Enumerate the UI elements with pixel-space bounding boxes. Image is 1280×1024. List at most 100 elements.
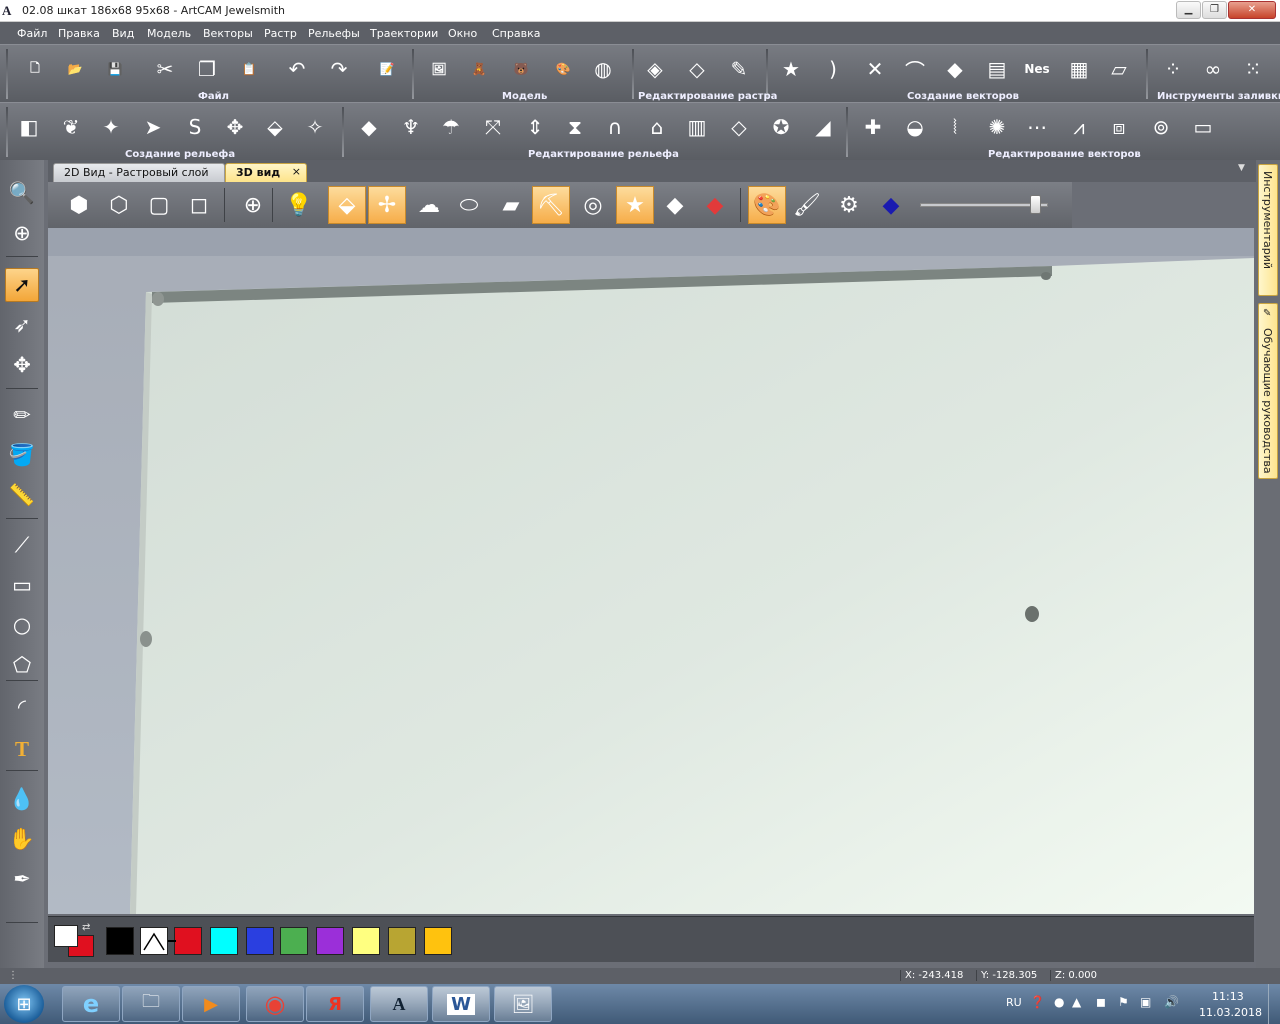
circle-tool[interactable]: ○ — [5, 608, 39, 642]
edit-pinch-button[interactable]: ⧗ — [558, 109, 592, 145]
menu-vectors[interactable]: Векторы — [203, 27, 253, 40]
zoom-box-tool[interactable]: 🔍 — [5, 176, 39, 210]
brush-button[interactable]: 🖌 — [788, 186, 826, 224]
close-button[interactable]: ✕ — [1228, 1, 1276, 19]
redo-button[interactable]: ↷ — [322, 51, 356, 87]
vector-layers-button[interactable]: ▤ — [980, 51, 1014, 87]
swatch-gold[interactable] — [424, 927, 452, 955]
globe-tool[interactable]: ⊕ — [5, 216, 39, 250]
swatch-blue[interactable] — [246, 927, 274, 955]
tab-list-chevron-down-icon[interactable]: ▼ — [1238, 163, 1252, 177]
menu-help[interactable]: Справка — [492, 27, 540, 40]
model-bear-button[interactable]: 🧸 — [462, 51, 496, 87]
pen-tool[interactable]: ✒ — [5, 862, 39, 896]
menu-edit[interactable]: Правка — [58, 27, 100, 40]
vec-offset-button[interactable]: ⧈ — [1102, 109, 1136, 145]
swatch-purple[interactable] — [316, 927, 344, 955]
clock-date[interactable]: 11.03.2018 — [1199, 1006, 1262, 1019]
edit-bend-button[interactable]: ⤧ — [476, 109, 510, 145]
cut-button[interactable]: ✂ — [148, 51, 182, 87]
text-tool[interactable]: T — [5, 732, 39, 766]
red-layer-button[interactable]: ◆ — [696, 186, 734, 224]
measure-tool[interactable]: 📏 — [5, 478, 39, 512]
vector-trim-button[interactable]: ✕ — [858, 51, 892, 87]
light-button[interactable]: 💡 — [280, 186, 318, 224]
menu-model[interactable]: Модель — [147, 27, 191, 40]
fill-dots-button[interactable]: ⁙ — [1236, 51, 1270, 87]
model-mesh-button[interactable]: ◍ — [586, 51, 620, 87]
model-paint-button[interactable]: 🎨 — [546, 51, 580, 87]
relief-star-button[interactable]: ✦ — [94, 109, 128, 145]
swap-colours-icon[interactable]: ⇄ — [82, 922, 90, 933]
vector-stack-button[interactable]: ▱ — [1102, 51, 1136, 87]
select-arrow-tool[interactable]: ➚ — [5, 268, 39, 302]
arc-tool[interactable]: ◜ — [5, 690, 39, 724]
relief-layer-button[interactable]: ⬙ — [258, 109, 292, 145]
model-bear-dark-button[interactable]: 🐻 — [504, 51, 538, 87]
show-plane-button[interactable]: ⬙ — [328, 186, 366, 224]
minimize-button[interactable]: ▁ — [1176, 1, 1201, 19]
layers-view-button[interactable]: ◆ — [656, 186, 694, 224]
vector-text-grid-button[interactable]: ▦ — [1062, 51, 1096, 87]
swatch-cyan[interactable] — [210, 927, 238, 955]
relief-knot-button[interactable]: ✥ — [218, 109, 252, 145]
maximize-button[interactable]: ❐ — [1202, 1, 1227, 19]
edit-tile-button[interactable]: ◇ — [722, 109, 756, 145]
swatch-light-yellow[interactable] — [352, 927, 380, 955]
raster-outline-button[interactable]: ◇ — [680, 51, 714, 87]
flag-icon[interactable]: ● — [1054, 995, 1064, 1009]
taskbar-media-player[interactable]: ▶ — [182, 986, 240, 1022]
vector-bow-button[interactable]: ⌒ — [898, 51, 932, 87]
wire-top-button[interactable]: ◻ — [180, 186, 218, 224]
raster-eraser-button[interactable]: ◈ — [638, 51, 672, 87]
sculpt-tool[interactable]: ✋ — [5, 822, 39, 856]
transform-tool[interactable]: ✥ — [5, 348, 39, 382]
edit-mushroom-button[interactable]: ☂ — [434, 109, 468, 145]
swatch-black[interactable] — [106, 927, 134, 955]
relief-shapes-button[interactable]: ◧ — [12, 109, 46, 145]
texture-button[interactable]: ☁ — [410, 186, 448, 224]
paint-bucket-tool[interactable]: 🪣 — [5, 438, 39, 472]
tab-close-icon[interactable]: × — [292, 165, 301, 178]
notes-button[interactable]: 📝 — [370, 51, 404, 87]
menu-raster[interactable]: Растр — [264, 27, 297, 40]
swatch-white[interactable] — [140, 927, 168, 955]
polyline-tool[interactable]: ⟋ — [5, 528, 39, 562]
antivirus-icon[interactable]: ◼ — [1096, 995, 1106, 1009]
taskbar-yandex[interactable]: Я — [306, 986, 364, 1022]
action-center-icon[interactable]: ⚑ — [1118, 995, 1129, 1009]
chevron-up-icon[interactable]: ▲ — [1072, 995, 1081, 1009]
save-button[interactable]: 💾 — [98, 51, 132, 87]
relief-pattern-button[interactable]: ▰ — [492, 186, 530, 224]
new-file-button[interactable]: 🗋 — [18, 51, 52, 87]
taskbar-internet-explorer[interactable]: e — [62, 986, 120, 1022]
edit-spike-button[interactable]: ♆ — [394, 109, 428, 145]
undo-button[interactable]: ↶ — [280, 51, 314, 87]
copy-button[interactable]: ❐ — [190, 51, 224, 87]
vec-add-button[interactable]: ✚ — [856, 109, 890, 145]
language-indicator[interactable]: RU — [1006, 996, 1022, 1009]
vec-wave-star-button[interactable]: ✺ — [980, 109, 1014, 145]
colour-paint-button[interactable]: 🎨 — [748, 186, 786, 224]
colour-shade-button[interactable]: ◆ — [872, 186, 910, 224]
primary-colour-swatch[interactable] — [54, 925, 78, 947]
material-button[interactable]: ⬭ — [450, 186, 488, 224]
vector-shapes-button[interactable]: ◆ — [938, 51, 972, 87]
zoom-slider-thumb[interactable] — [1030, 195, 1041, 214]
volume-icon[interactable]: 🔊 — [1164, 995, 1179, 1009]
vec-nodes-button[interactable]: ⋯ — [1020, 109, 1054, 145]
swatch-olive[interactable] — [388, 927, 416, 955]
model-image-button[interactable]: 🖼 — [422, 51, 456, 87]
start-button[interactable]: ⊞ — [4, 985, 44, 1023]
render-settings-button[interactable]: ⚙ — [830, 186, 868, 224]
toolpath-view-button[interactable]: ⛏ — [532, 186, 570, 224]
vec-pinch-button[interactable]: ⦚ — [938, 109, 972, 145]
edit-smooth-button[interactable]: ◢ — [806, 109, 840, 145]
vectors-3d-button[interactable]: ◎ — [574, 186, 612, 224]
open-folder-button[interactable]: 📂 — [58, 51, 92, 87]
vector-star-button[interactable]: ★ — [774, 51, 808, 87]
edit-plane-button[interactable]: ◆ — [352, 109, 386, 145]
menu-window[interactable]: Окно — [448, 27, 477, 40]
swatch-red[interactable] — [174, 927, 202, 955]
fill-scatter-button[interactable]: ⁘ — [1156, 51, 1190, 87]
